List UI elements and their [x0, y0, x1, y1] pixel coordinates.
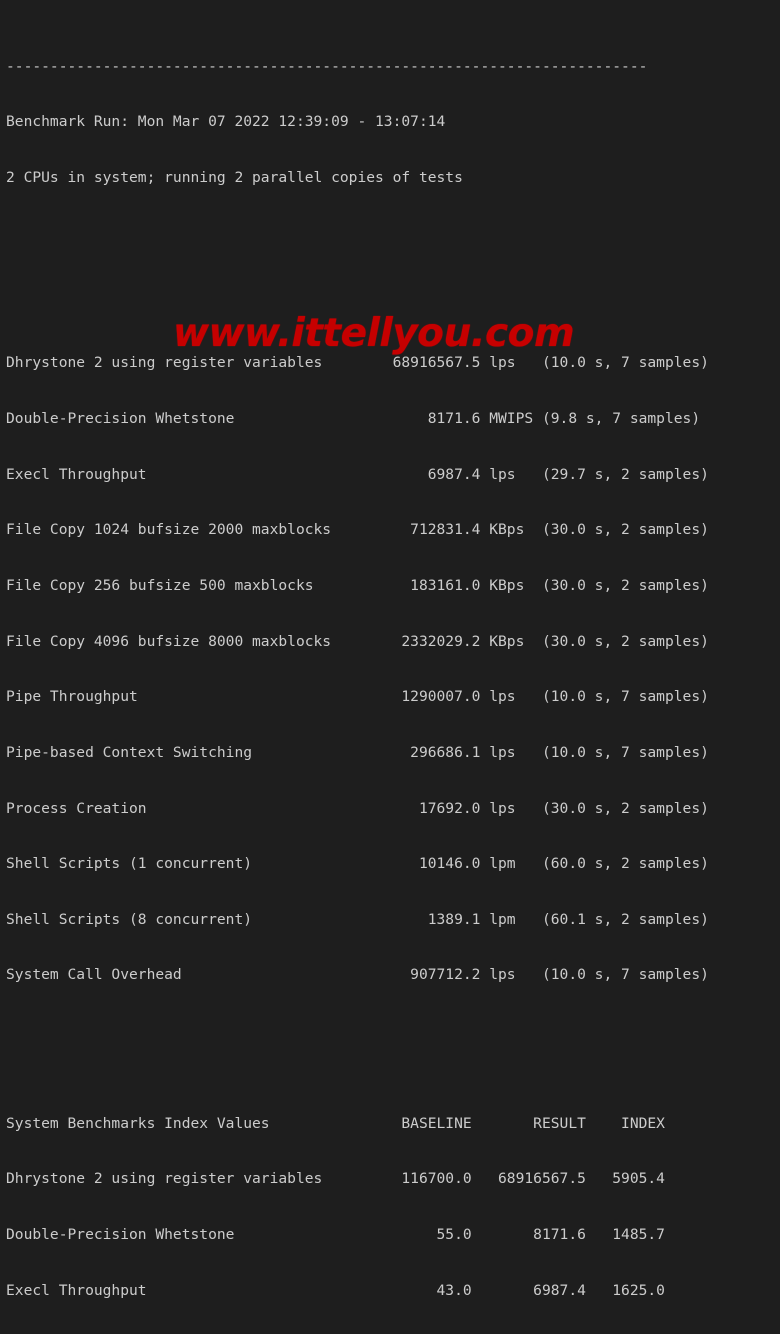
- index-table-row: Double-Precision Whetstone 55.0 8171.6 1…: [6, 1226, 665, 1244]
- terminal-output: ----------------------------------------…: [6, 2, 780, 1334]
- index-table-header: System Benchmarks Index Values BASELINE …: [6, 1114, 665, 1132]
- benchmark-run-line: Benchmark Run: Mon Mar 07 2022 12:39:09 …: [6, 113, 446, 131]
- result-line: Dhrystone 2 using register variables 689…: [6, 354, 709, 372]
- result-line: Pipe-based Context Switching 296686.1 lp…: [6, 743, 709, 761]
- result-line: File Copy 4096 bufsize 8000 maxblocks 23…: [6, 632, 709, 650]
- result-line: File Copy 1024 bufsize 2000 maxblocks 71…: [6, 521, 709, 539]
- result-line: Double-Precision Whetstone 8171.6 MWIPS …: [6, 410, 701, 428]
- terminal-window: www.ittellyou.com ----------------------…: [0, 0, 780, 1299]
- spacer-2: [6, 280, 780, 299]
- index-table-row: Execl Throughput 43.0 6987.4 1625.0: [6, 1281, 665, 1299]
- result-line: Process Creation 17692.0 lps (30.0 s, 2 …: [6, 799, 709, 817]
- result-line: File Copy 256 bufsize 500 maxblocks 1831…: [6, 576, 709, 594]
- result-line: Shell Scripts (8 concurrent) 1389.1 lpm …: [6, 910, 709, 928]
- result-line: Shell Scripts (1 concurrent) 10146.0 lpm…: [6, 855, 709, 873]
- top-rule: ----------------------------------------…: [6, 57, 648, 75]
- result-line: Execl Throughput 6987.4 lps (29.7 s, 2 s…: [6, 465, 709, 483]
- result-line: System Call Overhead 907712.2 lps (10.0 …: [6, 966, 709, 984]
- cpu-info-line: 2 CPUs in system; running 2 parallel cop…: [6, 168, 463, 186]
- result-line: Pipe Throughput 1290007.0 lps (10.0 s, 7…: [6, 688, 709, 706]
- spacer-3: [6, 1041, 780, 1060]
- spacer-1: [6, 225, 780, 244]
- index-table-row: Dhrystone 2 using register variables 116…: [6, 1170, 665, 1188]
